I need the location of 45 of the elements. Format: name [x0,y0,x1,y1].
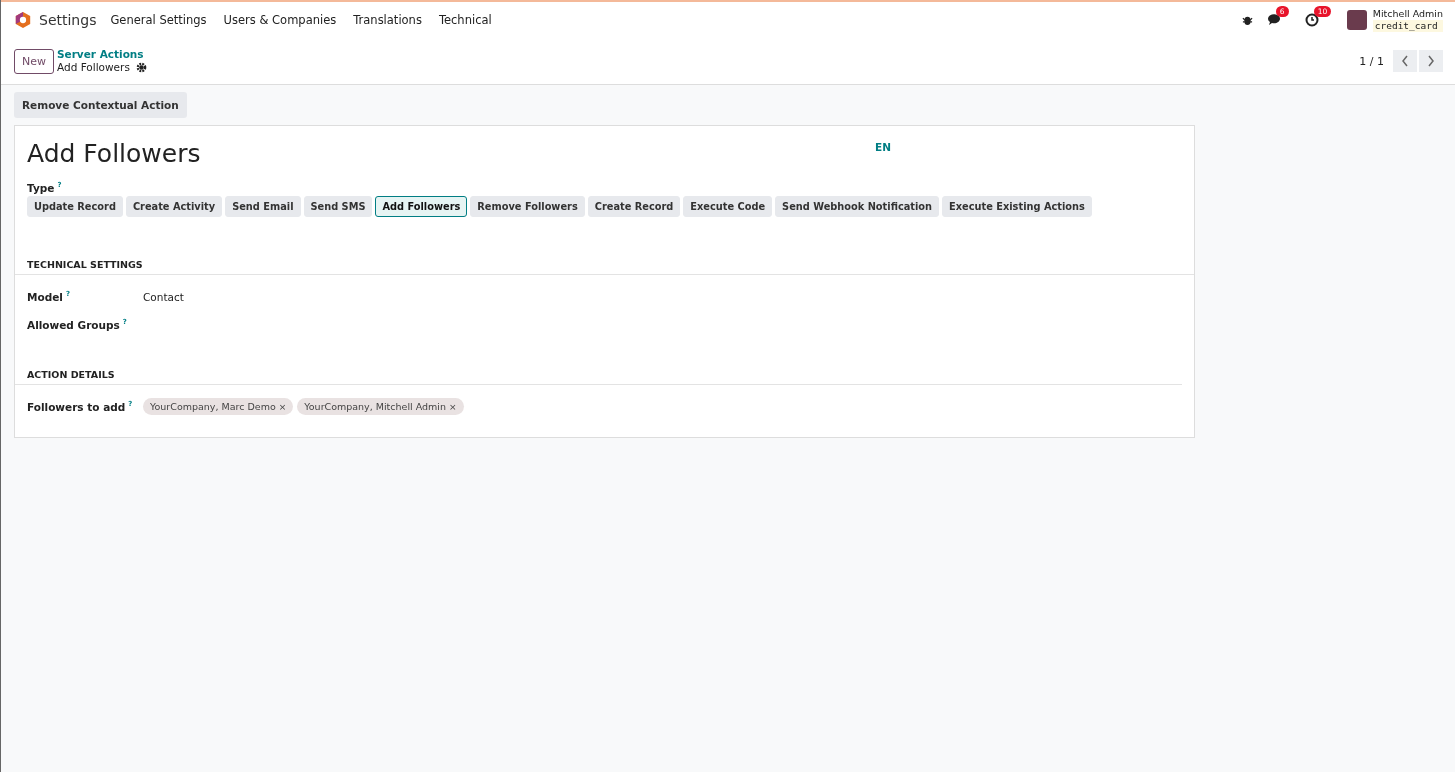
chat-icon[interactable] [1266,13,1283,27]
bug-icon[interactable] [1241,14,1253,26]
breadcrumb-link[interactable]: Server Actions [57,48,147,61]
type-option[interactable]: Create Activity [125,195,223,217]
pager-value: 1 / 1 [1359,54,1384,68]
type-option[interactable]: Send Webhook Notification [775,195,940,217]
language-button[interactable]: EN [875,141,891,153]
previous-button[interactable] [1393,50,1417,72]
remove-contextual-action-button[interactable]: Remove Contextual Action [14,92,187,118]
remove-tag-button[interactable]: × [449,402,457,412]
app-name[interactable]: Settings [39,12,97,28]
clock-icon[interactable] [1304,13,1319,27]
field-label: Allowed Groups [27,318,120,331]
type-option[interactable]: Execute Code [683,195,773,217]
field-label: Model [27,290,63,303]
section-heading: TECHNICAL SETTINGS [15,258,1194,275]
chevron-left-icon [1401,55,1409,67]
menu-item[interactable]: Users & Companies [223,13,337,27]
type-option[interactable]: Send Email [225,195,301,217]
type-option[interactable]: Create Record [587,195,681,217]
app-logo-icon[interactable] [14,11,32,29]
database-name: credit_card [1372,20,1443,32]
type-option[interactable]: Update Record [27,195,123,217]
field-label: Followers to add [27,400,126,413]
field-value[interactable]: Contact [143,290,184,303]
user-name[interactable]: Mitchell Admin [1372,8,1443,20]
follower-tag[interactable]: YourCompany, Mitchell Admin × [297,398,464,415]
menu-item[interactable]: Technical [438,13,492,27]
next-button[interactable] [1419,50,1443,72]
remove-tag-button[interactable]: × [278,402,287,412]
type-option[interactable]: Send SMS [303,195,373,217]
follower-tag[interactable]: YourCompany, Marc Demo × [143,398,294,415]
chevron-right-icon [1427,55,1435,67]
type-option[interactable]: Remove Followers [470,195,585,217]
new-button[interactable]: New [14,48,54,74]
section-heading: ACTION DETAILS [15,368,1182,385]
menu-item[interactable]: Translations [353,13,422,27]
record-name: Add Followers [27,139,202,168]
menu-item[interactable]: General Settings [110,13,207,27]
user-avatar[interactable] [1346,10,1367,30]
record-title: Add Followers [57,61,130,74]
settings-icon[interactable] [135,62,147,73]
type-option[interactable]: Execute Existing Actions [942,195,1092,217]
field-label: Type [27,181,55,194]
type-option[interactable]: Add Followers [375,195,468,217]
